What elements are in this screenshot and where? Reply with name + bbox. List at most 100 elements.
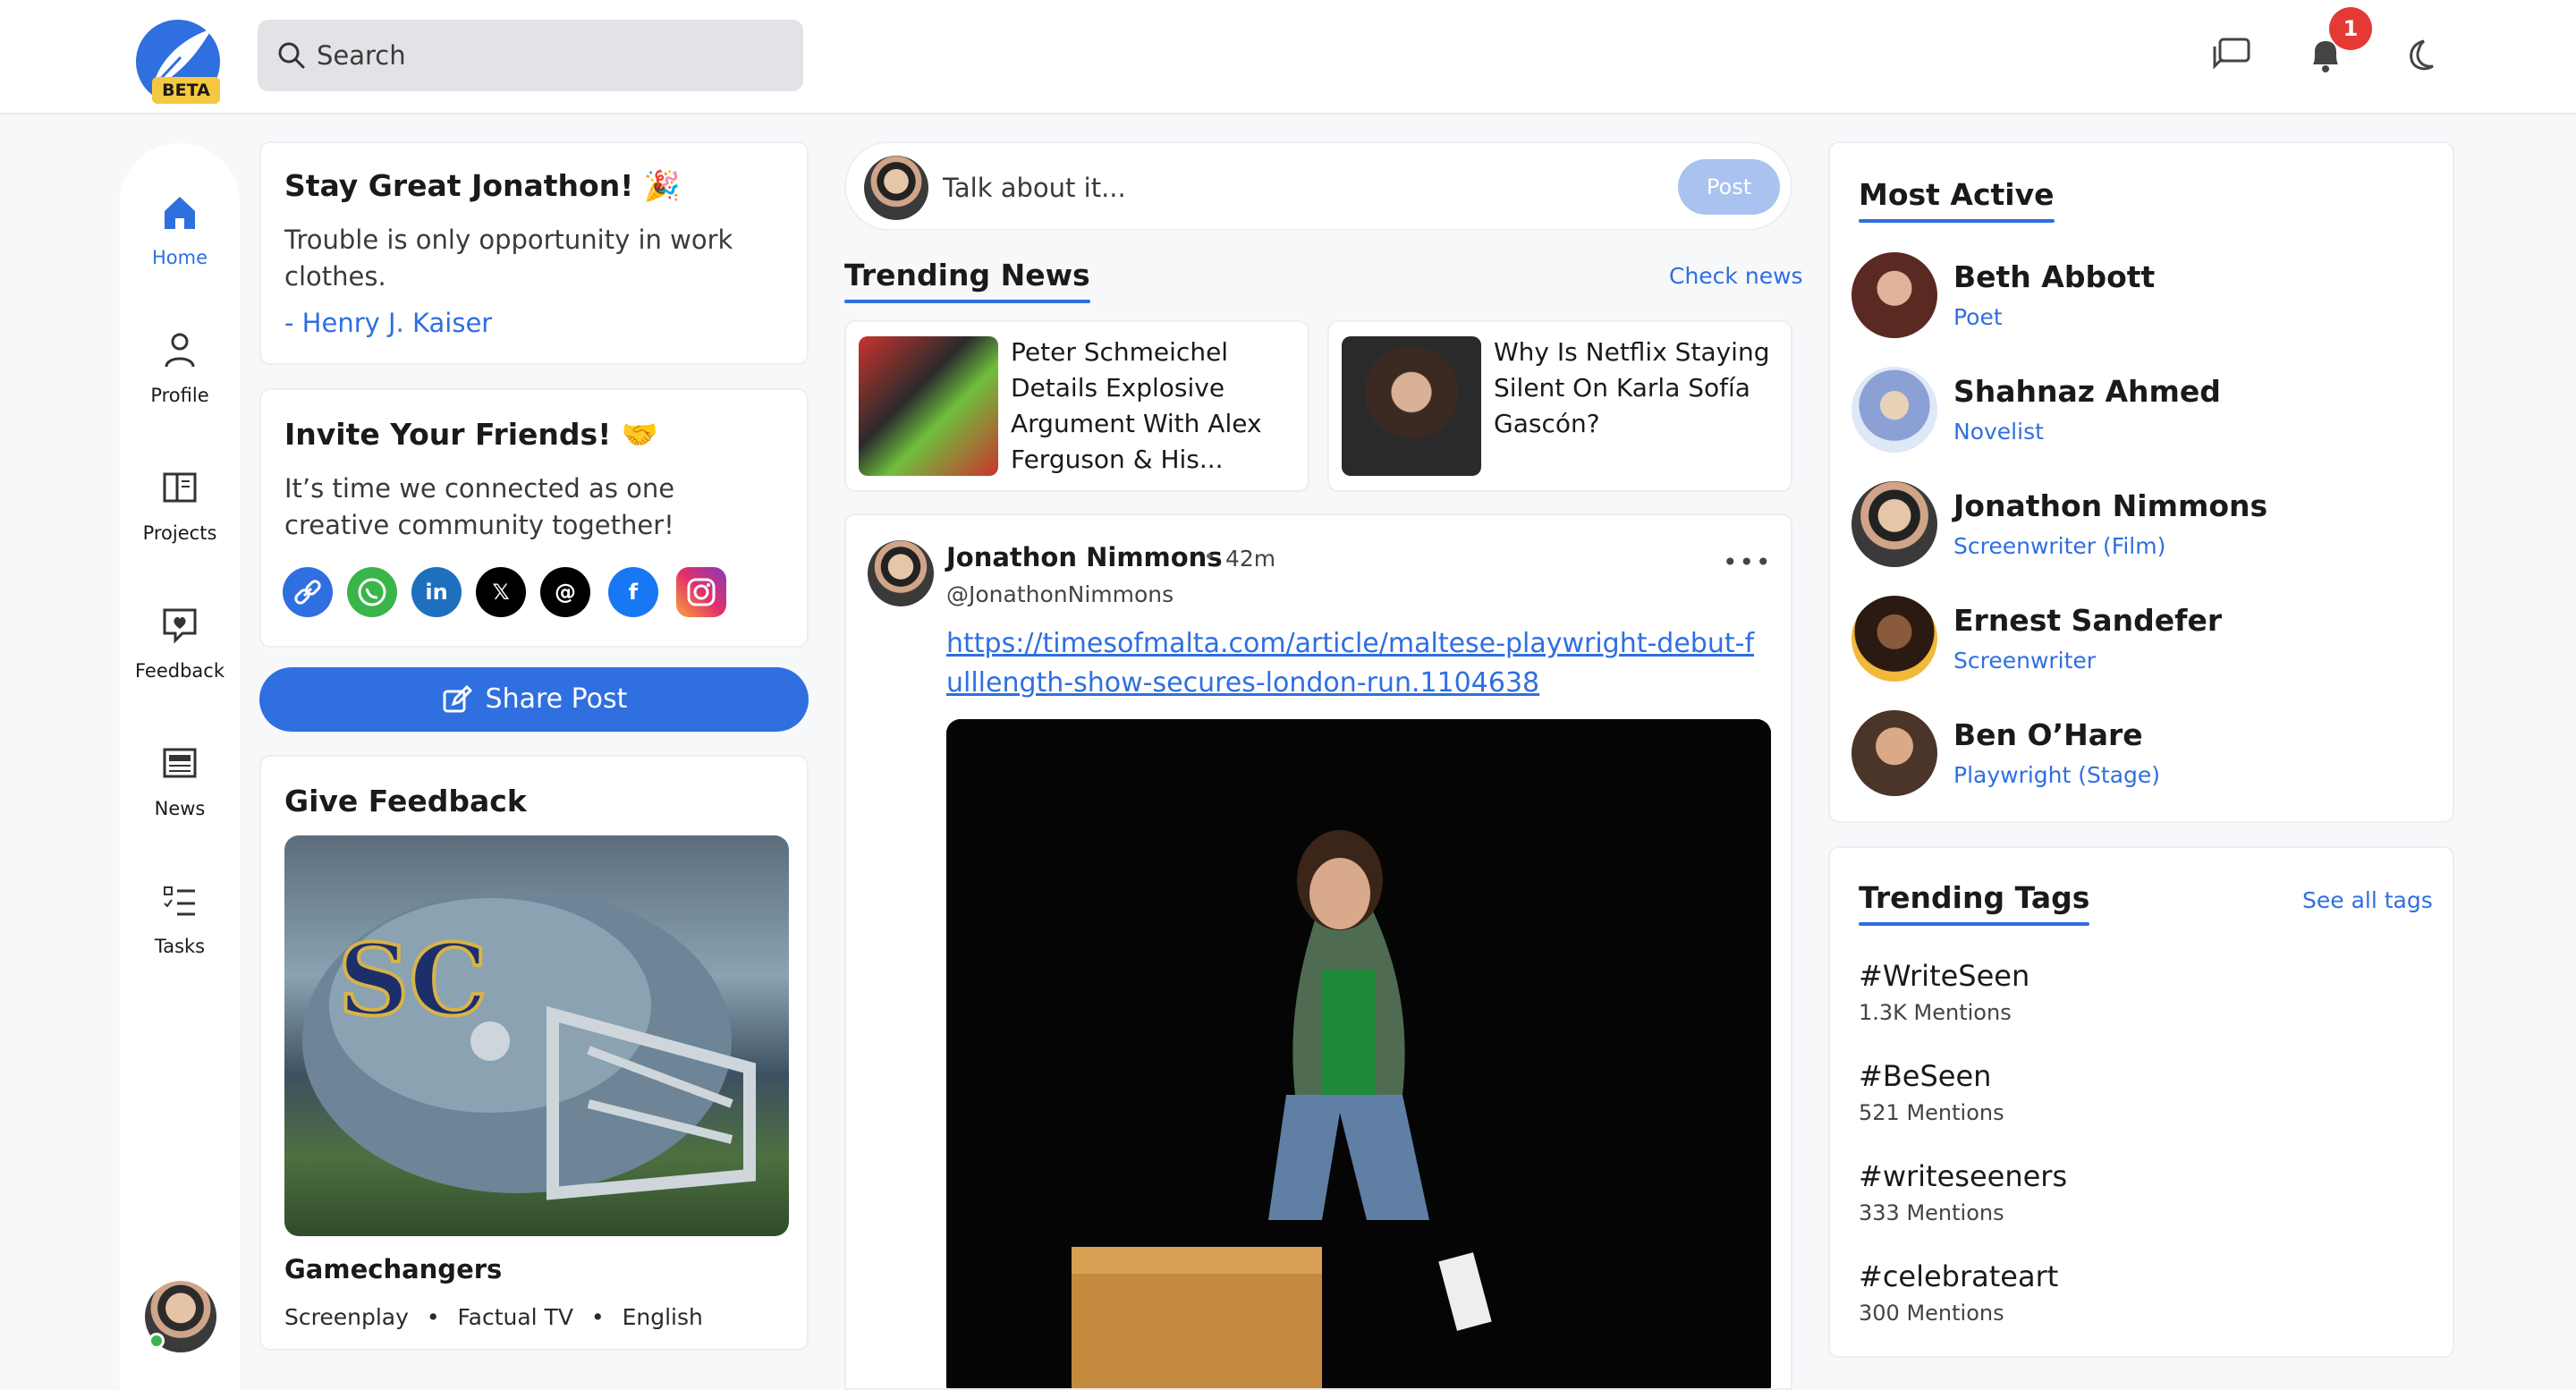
project-format: Screenplay — [284, 1304, 409, 1330]
project-language: English — [622, 1304, 703, 1330]
tag-mentions: 1.3K Mentions — [1859, 1000, 2012, 1025]
whatsapp-icon[interactable] — [347, 567, 397, 617]
user-name: Ben O’Hare — [1953, 717, 2143, 752]
see-all-tags-link[interactable]: See all tags — [2302, 887, 2433, 913]
x-icon[interactable]: 𝕏 — [476, 567, 526, 617]
nav-label: Feedback — [134, 660, 225, 682]
moon-icon[interactable] — [2394, 30, 2444, 81]
facebook-icon[interactable]: f — [608, 567, 658, 617]
trending-tag[interactable]: #writeseeners 333 Mentions — [1859, 1159, 2067, 1225]
user-name: Beth Abbott — [1953, 259, 2156, 294]
greeting-card: Stay Great Jonathon! 🎉 Trouble is only o… — [259, 141, 809, 365]
share-post-button[interactable]: Share Post — [259, 667, 809, 732]
composer-input[interactable] — [943, 168, 1569, 208]
trending-tag[interactable]: #BeSeen 521 Mentions — [1859, 1059, 2004, 1125]
news-title: Peter Schmeichel Details Explosive Argum… — [1011, 337, 1262, 474]
home-icon — [165, 197, 195, 229]
beta-badge: BETA — [152, 77, 220, 104]
active-user[interactable]: Ben O’Hare Playwright (Stage) — [1830, 710, 2456, 800]
threads-icon[interactable]: @ — [540, 567, 590, 617]
title-underline — [1859, 922, 2090, 926]
user-name: Shahnaz Ahmed — [1953, 374, 2221, 409]
active-user[interactable]: Beth Abbott Poet — [1830, 252, 2456, 342]
nav-home[interactable]: Home — [120, 190, 240, 268]
nav-label: Home — [151, 247, 208, 268]
nav-tasks[interactable]: Tasks — [120, 878, 240, 957]
trending-tag[interactable]: #celebrateart 300 Mentions — [1859, 1259, 2058, 1326]
post-button[interactable]: Post — [1678, 159, 1780, 215]
instagram-icon[interactable] — [676, 567, 726, 617]
user-avatar — [1852, 596, 1937, 682]
edit-icon — [443, 684, 472, 712]
tag-name: #writeseeners — [1859, 1159, 2068, 1193]
composer-avatar — [864, 156, 928, 220]
link-icon[interactable] — [283, 567, 333, 617]
user-role: Screenwriter — [1953, 648, 2097, 674]
trending-tags-label: Trending Tags — [1859, 880, 2090, 915]
invite-text: It’s time we connected as one creative c… — [284, 473, 675, 540]
user-avatar — [1852, 481, 1937, 567]
nav-projects[interactable]: Projects — [120, 465, 240, 544]
online-status-dot — [148, 1333, 165, 1349]
title-underline — [844, 300, 1090, 303]
news-card[interactable]: Why Is Netflix Staying Silent On Karla S… — [1327, 320, 1792, 492]
invite-title: Invite Your Friends! 🤝 — [284, 417, 658, 452]
search-box[interactable] — [258, 20, 803, 91]
post-time: 42m — [1225, 546, 1276, 572]
nav-label: Profile — [150, 385, 209, 406]
tag-mentions: 333 Mentions — [1859, 1200, 2004, 1225]
nav-news[interactable]: News — [120, 741, 240, 819]
newspaper-icon — [163, 748, 197, 778]
more-options-button[interactable]: ••• — [1723, 547, 1773, 577]
user-role: Novelist — [1953, 419, 2044, 445]
user-name: Jonathon Nimmons — [1953, 488, 2268, 523]
news-thumbnail — [859, 336, 998, 476]
trending-news-title: Trending News — [844, 258, 1090, 303]
trending-tags-card: Trending Tags See all tags #WriteSeen 1.… — [1828, 846, 2454, 1358]
project-cover-image[interactable]: SC — [284, 835, 789, 1236]
user-avatar[interactable] — [145, 1281, 216, 1352]
active-user[interactable]: Jonathon Nimmons Screenwriter (Film) — [1830, 481, 2456, 571]
tag-mentions: 300 Mentions — [1859, 1301, 2004, 1326]
app-logo[interactable]: BETA — [132, 18, 225, 106]
user-role: Poet — [1953, 304, 2003, 330]
most-active-label: Most Active — [1859, 177, 2055, 212]
most-active-title: Most Active — [1859, 177, 2055, 223]
tag-mentions: 521 Mentions — [1859, 1100, 2004, 1125]
post-image[interactable] — [946, 719, 1771, 1388]
tag-name: #WriteSeen — [1859, 959, 2030, 993]
user-role: Screenwriter (Film) — [1953, 533, 2166, 559]
nav-feedback[interactable]: Feedback — [120, 603, 240, 682]
project-meta: Screenplay • Factual TV • English — [284, 1304, 703, 1330]
news-title: Why Is Netflix Staying Silent On Karla S… — [1494, 337, 1770, 438]
user-avatar — [1852, 367, 1937, 453]
check-news-link[interactable]: Check news — [1669, 263, 1803, 289]
active-user[interactable]: Shahnaz Ahmed Novelist — [1830, 367, 2456, 456]
left-navigation: Home Profile Projects Feedback News Task… — [120, 143, 240, 1390]
user-avatar — [1852, 252, 1937, 338]
post-link[interactable]: https://timesofmalta.com/article/maltese… — [946, 624, 1769, 703]
meta-separator: • — [590, 1304, 605, 1330]
top-bar: BETA 1 — [0, 0, 2576, 114]
nav-label: Projects — [142, 522, 217, 544]
nav-label: News — [154, 798, 206, 819]
news-thumbnail — [1342, 336, 1481, 476]
user-role: Playwright (Stage) — [1953, 762, 2161, 788]
project-title: Gamechangers — [284, 1254, 503, 1284]
chat-icon[interactable] — [2207, 30, 2258, 81]
quote-text: Trouble is only opportunity in work clot… — [284, 225, 733, 292]
feedback-heart-icon — [163, 608, 197, 644]
quote-author: - Henry J. Kaiser — [284, 308, 493, 338]
search-input[interactable] — [317, 36, 764, 75]
news-card[interactable]: Peter Schmeichel Details Explosive Argum… — [844, 320, 1309, 492]
linkedin-icon[interactable]: in — [411, 567, 462, 617]
active-user[interactable]: Ernest Sandefer Screenwriter — [1830, 596, 2456, 685]
post-author-avatar[interactable] — [868, 540, 934, 606]
svg-text:SC: SC — [338, 922, 487, 1038]
share-post-label: Share Post — [485, 683, 628, 715]
post-author-name[interactable]: Jonathon Nimmons — [946, 542, 1223, 572]
dot-separator: • — [1204, 546, 1215, 567]
meta-separator: • — [426, 1304, 440, 1330]
trending-tag[interactable]: #WriteSeen 1.3K Mentions — [1859, 959, 2029, 1025]
nav-profile[interactable]: Profile — [120, 327, 240, 406]
